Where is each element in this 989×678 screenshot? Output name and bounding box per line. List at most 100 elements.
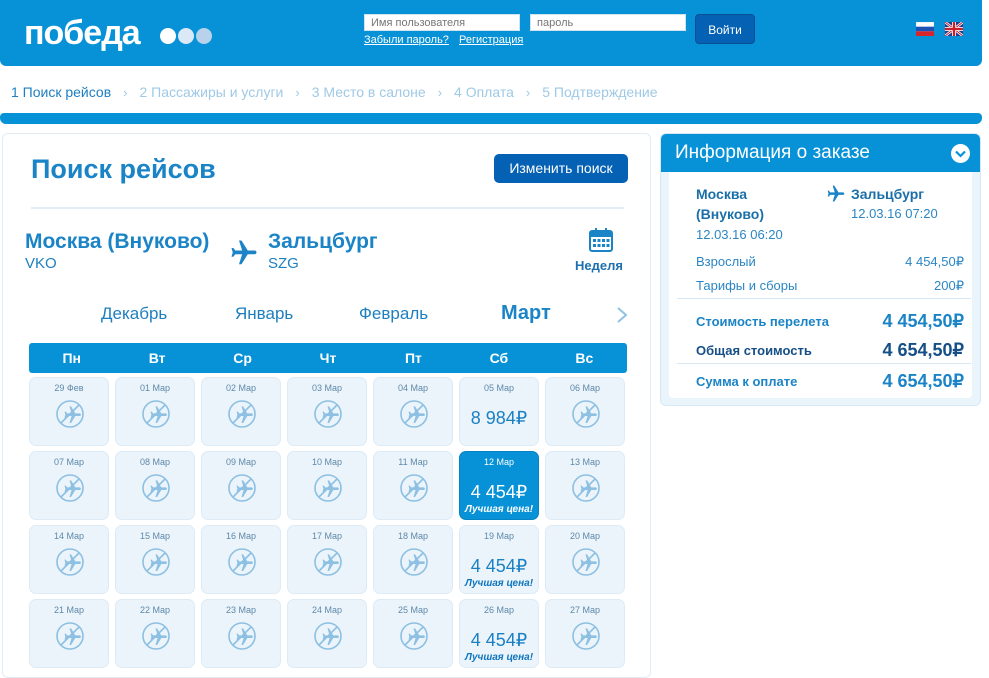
no-flights-icon	[312, 398, 344, 430]
best-price-label: Лучшая цена!	[464, 652, 534, 663]
no-flights-icon	[54, 398, 86, 430]
no-flights-icon	[140, 398, 172, 430]
brand-logo[interactable]: победа	[24, 14, 141, 53]
month-tab-december[interactable]: Декабрь	[101, 304, 167, 324]
calendar-day[interactable]: 06 Мар	[545, 377, 625, 446]
password-input[interactable]	[530, 14, 686, 31]
calendar-day-date: 07 Мар	[53, 457, 85, 467]
order-origin-line1: Москва	[696, 186, 748, 202]
login-button[interactable]: Войти	[695, 14, 755, 44]
calendar-day-date: 23 Мар	[225, 605, 257, 615]
calendar-day[interactable]: 19 Мар 4 454₽ Лучшая цена!	[459, 525, 539, 594]
calendar-day-date: 10 Мар	[311, 457, 343, 467]
order-info-title: Информация о заказе	[675, 142, 870, 163]
calendar-day-price: 8 984₽	[470, 408, 528, 428]
calendar-day[interactable]: 07 Мар	[29, 451, 109, 520]
calendar-day[interactable]: 23 Мар	[201, 599, 281, 668]
order-info-header[interactable]: Информация о заказе	[661, 134, 980, 172]
no-flights-icon	[398, 620, 430, 652]
calendar-day[interactable]: 05 Мар 8 984₽	[459, 377, 539, 446]
calendar-day[interactable]: 12 Мар 4 454₽ Лучшая цена!	[459, 451, 539, 520]
calendar-day[interactable]: 02 Мар	[201, 377, 281, 446]
destination-code: SZG	[268, 255, 299, 272]
airplane-icon	[827, 185, 845, 202]
register-link[interactable]: Регистрация	[459, 34, 523, 46]
top-header: победа Забыли пароль? Регистрация Войти	[0, 0, 982, 66]
brand-logo-dots	[160, 28, 212, 44]
chevron-down-icon[interactable]	[951, 144, 970, 163]
calendar-day[interactable]: 27 Мар	[545, 599, 625, 668]
calendar-day[interactable]: 15 Мар	[115, 525, 195, 594]
step-separator-icon: ›	[295, 84, 300, 100]
steps-underline-bar	[0, 113, 982, 124]
calendar-day-date: 01 Мар	[139, 383, 171, 393]
forgot-password-link[interactable]: Забыли пароль?	[364, 34, 449, 46]
calendar-day[interactable]: 13 Мар	[545, 451, 625, 520]
no-flights-icon	[226, 620, 258, 652]
page-title: Поиск рейсов	[31, 154, 216, 184]
calendar-day[interactable]: 24 Мар	[287, 599, 367, 668]
calendar-day-date: 27 Мар	[569, 605, 601, 615]
calendar-day-date: 26 Мар	[483, 605, 515, 615]
calendar-day-date: 02 Мар	[225, 383, 257, 393]
calendar-day-price: 4 454₽	[470, 630, 528, 650]
flight-cost-amount: 4 454,50₽	[882, 311, 964, 331]
calendar-day-date: 06 Мар	[569, 383, 601, 393]
month-tab-february[interactable]: Февраль	[359, 304, 428, 324]
calendar-day[interactable]: 22 Мар	[115, 599, 195, 668]
calendar-day[interactable]: 17 Мар	[287, 525, 367, 594]
calendar-day-date: 14 Мар	[53, 531, 85, 541]
step-separator-icon: ›	[525, 84, 531, 100]
russian-flag-icon[interactable]	[916, 22, 934, 36]
origin-city: Москва (Внуково)	[25, 230, 210, 253]
calendar-day[interactable]: 03 Мар	[287, 377, 367, 446]
calendar-day[interactable]: 01 Мар	[115, 377, 195, 446]
weekday-label: Ср	[233, 350, 252, 366]
calendar-day-date: 08 Мар	[139, 457, 171, 467]
calendar-day[interactable]: 29 Фев	[29, 377, 109, 446]
calendar-day[interactable]: 09 Мар	[201, 451, 281, 520]
no-flights-icon	[312, 620, 344, 652]
no-flights-icon	[226, 398, 258, 430]
best-price-label: Лучшая цена!	[464, 578, 534, 589]
month-tab-january[interactable]: Январь	[235, 304, 293, 324]
english-flag-icon[interactable]	[945, 22, 963, 36]
order-origin-line2: (Внуково)	[696, 206, 765, 222]
calendar-day[interactable]: 25 Мар	[373, 599, 453, 668]
username-input[interactable]	[364, 14, 520, 31]
adult-label: Взрослый	[696, 254, 756, 269]
calendar-day-date: 20 Мар	[569, 531, 601, 541]
month-selector: Декабрь Январь Февраль Март	[3, 300, 652, 330]
step-search[interactable]: 1 Поиск рейсов	[11, 84, 111, 100]
change-search-button[interactable]: Изменить поиск	[494, 154, 628, 183]
calendar-day[interactable]: 14 Мар	[29, 525, 109, 594]
chevron-right-icon[interactable]	[615, 306, 629, 324]
weekday-label: Пн	[62, 350, 81, 366]
no-flights-icon	[570, 620, 602, 652]
calendar-day[interactable]: 04 Мар	[373, 377, 453, 446]
no-flights-icon	[570, 472, 602, 504]
order-arrival-time: 12.03.16 07:20	[851, 206, 938, 221]
calendar-day[interactable]: 26 Мар 4 454₽ Лучшая цена!	[459, 599, 539, 668]
month-tab-march[interactable]: Март	[501, 302, 551, 325]
airplane-icon	[231, 240, 257, 265]
order-destination: Зальцбург	[851, 186, 925, 202]
no-flights-icon	[398, 472, 430, 504]
calendar-day[interactable]: 11 Мар	[373, 451, 453, 520]
calendar-day[interactable]: 10 Мар	[287, 451, 367, 520]
no-flights-icon	[570, 398, 602, 430]
calendar-day[interactable]: 16 Мар	[201, 525, 281, 594]
calendar-day[interactable]: 21 Мар	[29, 599, 109, 668]
flight-cost-label: Стоимость перелета	[696, 314, 829, 329]
calendar-day-date: 24 Мар	[311, 605, 343, 615]
calendar-day[interactable]: 20 Мар	[545, 525, 625, 594]
divider	[677, 298, 971, 299]
no-flights-icon	[312, 472, 344, 504]
calendar-day-date: 17 Мар	[311, 531, 343, 541]
order-info-panel: Информация о заказе Москва (Внуково) 12.…	[660, 133, 981, 406]
week-view-link[interactable]: Неделя	[575, 258, 623, 273]
calendar-day[interactable]: 08 Мар	[115, 451, 195, 520]
calendar-day-date: 29 Фев	[54, 383, 84, 393]
calendar-day[interactable]: 18 Мар	[373, 525, 453, 594]
calendar-icon[interactable]	[588, 227, 614, 253]
